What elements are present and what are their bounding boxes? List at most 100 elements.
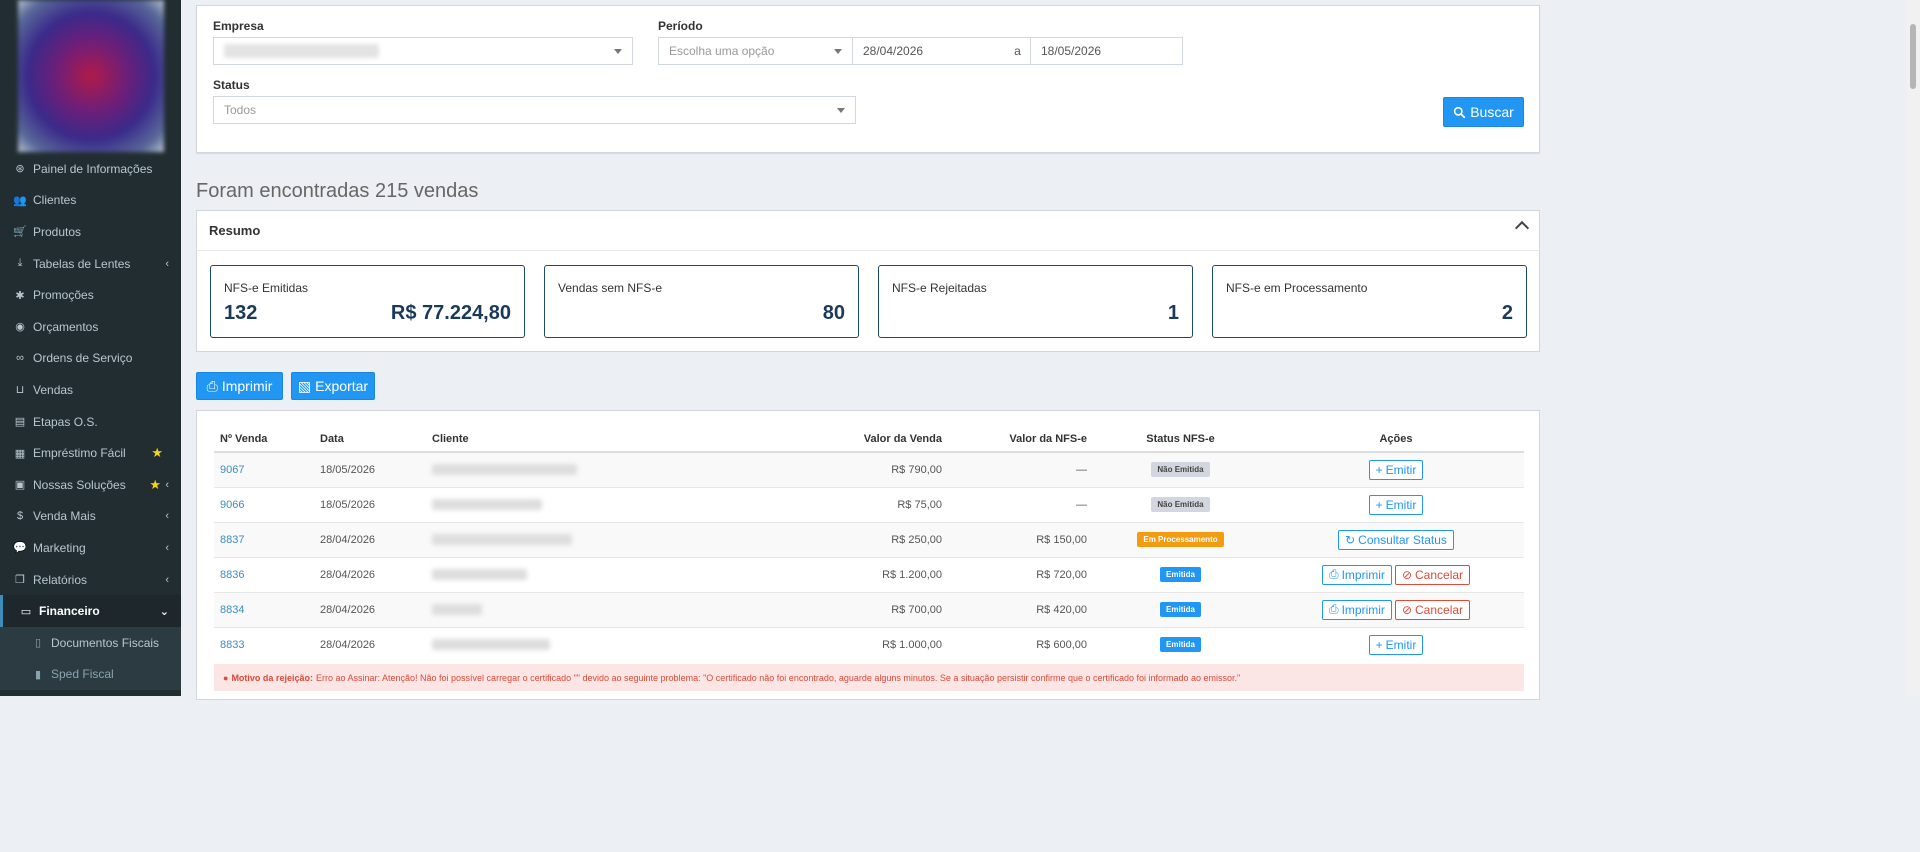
sidebar-item-financeiro[interactable]: ▭ Financeiro ⌄ — [0, 595, 181, 627]
sidebar-item-clientes[interactable]: 👥 Clientes — [0, 185, 181, 217]
sidebar-item-promocoes[interactable]: ✱ Promoções — [0, 279, 181, 311]
status-badge: Emitida — [1160, 637, 1201, 653]
copy-icon: ❐ — [15, 574, 25, 587]
chevron-left-icon: ‹ — [165, 478, 169, 491]
printer-icon: ⎙ — [206, 377, 218, 394]
results-count: Foram encontradas 215 vendas — [196, 180, 479, 202]
page-scrollbar[interactable] — [1906, 0, 1920, 696]
emitir-button[interactable]: + Emitir — [1368, 494, 1424, 515]
card-vendas-sem-nfse: Vendas sem NFS-e 80 — [544, 265, 859, 338]
consultar-status-button[interactable]: ↻ Consultar Status — [1338, 529, 1454, 550]
status-label: Status — [213, 78, 250, 92]
exclamation-circle-icon: ● — [223, 672, 229, 683]
status-badge: Em Processamento — [1137, 532, 1224, 547]
export-button[interactable]: ▧ Exportar — [291, 372, 375, 400]
sales-table-panel: Nº Venda Data Cliente Valor da Venda Val… — [196, 410, 1540, 700]
file-icon: ▯ — [34, 637, 42, 650]
status-badge: Não Emitida — [1151, 462, 1210, 478]
search-button[interactable]: Buscar — [1443, 97, 1524, 127]
col-status-nfse[interactable]: Status NFS-e — [1093, 427, 1268, 453]
caret-down-icon — [837, 108, 845, 113]
dollar-icon: $ — [16, 510, 24, 523]
ban-icon: ⊘ — [1401, 602, 1413, 617]
ban-icon: ⊘ — [1401, 567, 1413, 582]
chevron-left-icon: ‹ — [165, 510, 169, 523]
col-valor-venda[interactable]: Valor da Venda — [726, 427, 948, 453]
chevron-left-icon: ‹ — [165, 573, 169, 586]
emitir-button[interactable]: + Emitir — [1368, 459, 1424, 480]
money-icon: ▭ — [20, 605, 32, 618]
cancelar-button[interactable]: ⊘ Cancelar — [1394, 599, 1471, 620]
star-icon: ★ — [149, 476, 161, 492]
sale-link[interactable]: 9067 — [220, 464, 244, 476]
company-logo[interactable] — [18, 0, 164, 152]
col-numero-venda[interactable]: Nº Venda — [214, 427, 314, 453]
periodo-select[interactable]: Escolha uma opção — [658, 37, 853, 65]
client-cell — [426, 556, 726, 592]
summary-panel: Resumo NFS-e Emitidas 132 R$ 77.224,80 V… — [196, 210, 1540, 352]
date-from-input[interactable]: 28/04/2026 — [852, 37, 1005, 65]
sidebar-item-vendas[interactable]: ⊔ Vendas — [0, 374, 181, 406]
asterisk-icon: ✱ — [15, 289, 25, 302]
empresa-select[interactable] — [213, 37, 633, 65]
printer-icon: ⎙ — [1328, 602, 1339, 616]
chevron-down-icon: ⌄ — [159, 605, 169, 618]
sidebar-item-solucoes[interactable]: ▣ Nossas Soluções ★ ‹ — [0, 469, 181, 501]
sidebar-item-relatorios[interactable]: ❐ Relatórios ‹ — [0, 564, 181, 596]
table-row: 8837 28/04/2026 R$ 250,00 R$ 150,00 Em P… — [214, 521, 1524, 557]
cart-icon: 🛒 — [13, 226, 27, 239]
col-cliente[interactable]: Cliente — [426, 427, 726, 453]
refresh-icon: ↻ — [1345, 532, 1356, 547]
date-separator: a — [1004, 37, 1031, 65]
cancelar-button[interactable]: ⊘ Cancelar — [1394, 564, 1471, 585]
sidebar-item-tabelas[interactable]: ⤓ Tabelas de Lentes ‹ — [0, 248, 181, 280]
date-to-input[interactable]: 18/05/2026 — [1030, 37, 1183, 65]
search-icon — [1454, 106, 1466, 118]
chevron-left-icon: ‹ — [165, 257, 169, 270]
plus-icon: + — [1375, 462, 1383, 477]
empresa-label: Empresa — [213, 19, 264, 33]
sidebar-item-painel[interactable]: ⊛ Painel de Informações — [0, 153, 181, 185]
sale-link[interactable]: 8836 — [220, 569, 244, 581]
sidebar-item-ordens[interactable]: ∞ Ordens de Serviço — [0, 343, 181, 375]
chevron-left-icon: ‹ — [165, 541, 169, 554]
table-row: 8834 28/04/2026 R$ 700,00 R$ 420,00 Emit… — [214, 591, 1524, 627]
sidebar-item-venda-mais[interactable]: $ Venda Mais ‹ — [0, 501, 181, 533]
sidebar-item-etapas[interactable]: ▤ Etapas O.S. — [0, 406, 181, 438]
periodo-label: Período — [658, 19, 703, 33]
scrollbar-thumb[interactable] — [1910, 24, 1916, 89]
filter-panel: Empresa Período Escolha uma opção 28/04/… — [196, 5, 1540, 153]
sale-link[interactable]: 9066 — [220, 499, 244, 511]
client-cell — [426, 486, 726, 522]
sale-link[interactable]: 8833 — [220, 639, 244, 651]
sidebar-item-emprestimo[interactable]: ▦ Empréstimo Fácil ★ — [0, 437, 181, 469]
col-valor-nfse[interactable]: Valor da NFS-e — [948, 427, 1093, 453]
imprimir-button[interactable]: ⎙ Imprimir — [1321, 564, 1392, 585]
sidebar-item-produtos[interactable]: 🛒 Produtos — [0, 216, 181, 248]
card-nfse-emitidas: NFS-e Emitidas 132 R$ 77.224,80 — [210, 265, 525, 338]
sidebar-subitem-documentos-fiscais[interactable]: ▯ Documentos Fiscais — [0, 626, 181, 659]
status-select[interactable]: Todos — [213, 96, 856, 124]
sale-link[interactable]: 8834 — [220, 604, 244, 616]
comments-icon: 💬 — [13, 542, 27, 555]
sidebar-item-marketing[interactable]: 💬 Marketing ‹ — [0, 532, 181, 564]
chevron-up-icon[interactable] — [1514, 220, 1530, 236]
table-row: 9067 18/05/2026 R$ 790,00 — Não Emitida … — [214, 451, 1524, 487]
basket-icon: ⊔ — [15, 384, 25, 397]
summary-header[interactable]: Resumo — [197, 211, 1539, 251]
col-data[interactable]: Data — [314, 427, 426, 453]
caret-down-icon — [614, 49, 622, 54]
emitir-button[interactable]: + Emitir — [1368, 634, 1424, 655]
imprimir-button[interactable]: ⎙ Imprimir — [1321, 599, 1392, 620]
sidebar-subitem-sped-fiscal[interactable]: ▮ Sped Fiscal — [0, 658, 181, 691]
client-cell — [426, 626, 726, 662]
plus-icon: + — [1375, 637, 1383, 652]
print-button[interactable]: ⎙ Imprimir — [196, 372, 283, 400]
col-acoes: Ações — [1268, 427, 1524, 453]
card-nfse-processamento: NFS-e em Processamento 2 — [1212, 265, 1527, 338]
empresa-value-blurred — [224, 44, 379, 58]
table-row: 8833 28/04/2026 R$ 1.000,00 R$ 600,00 Em… — [214, 626, 1524, 662]
sidebar-item-orcamentos[interactable]: ◉ Orçamentos — [0, 311, 181, 343]
glasses-icon: ∞ — [16, 352, 24, 365]
sale-link[interactable]: 8837 — [220, 534, 244, 546]
